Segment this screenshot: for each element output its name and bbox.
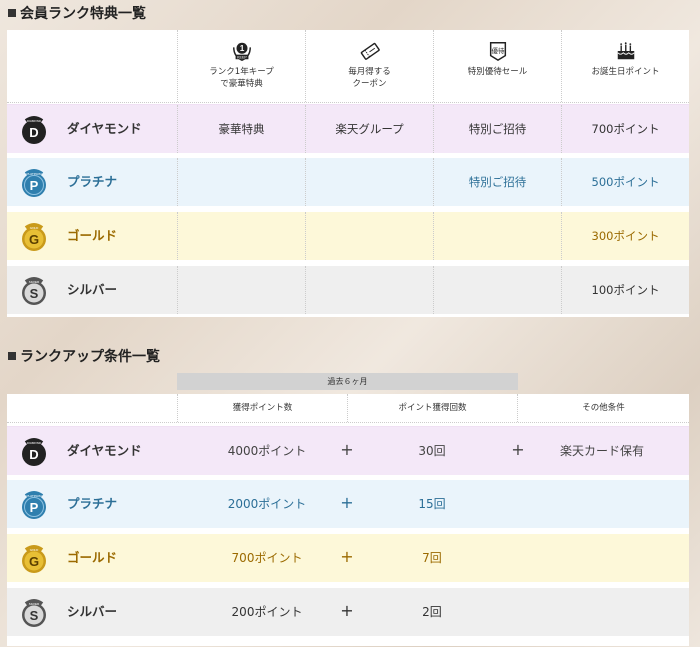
plus-icon: + bbox=[511, 440, 525, 459]
svg-text:P: P bbox=[30, 500, 39, 515]
benefit-row-diamond: DIAMOND D ダイヤモンド 豪華特典 楽天グループ 特別ご招待 700ポイ… bbox=[7, 104, 689, 153]
sale-icon: 優待 bbox=[489, 42, 506, 62]
count-value: 7回 bbox=[422, 551, 442, 565]
column-keep: 1 KEEP ランク1年キープ で豪華特典 bbox=[177, 30, 305, 102]
svg-text:D: D bbox=[29, 125, 38, 140]
platinum-medal-icon: PLATINUM P bbox=[22, 169, 46, 197]
rank-name-gold: ゴールド bbox=[67, 550, 118, 565]
rank-name-platinum: プラチナ bbox=[67, 174, 118, 189]
benefit-cell bbox=[177, 266, 305, 314]
benefit-cell: 100ポイント bbox=[561, 266, 689, 314]
column-sale-label: 特別優待セール bbox=[467, 67, 528, 77]
column-points: 獲得ポイント数 bbox=[177, 394, 347, 422]
svg-text:KEEP: KEEP bbox=[237, 55, 247, 59]
benefit-cell: 特別ご招待 bbox=[433, 158, 561, 206]
benefits-heading: 会員ランク特典一覧 bbox=[8, 3, 146, 23]
column-birthday-label: お誕生日ポイント bbox=[591, 67, 660, 77]
svg-text:GOLD: GOLD bbox=[30, 226, 39, 230]
rankup-row-gold: GOLD G ゴールド 700ポイント + 7回 bbox=[7, 534, 689, 582]
svg-text:DIAMOND: DIAMOND bbox=[27, 441, 42, 445]
column-other: その他条件 bbox=[517, 394, 689, 422]
svg-text:優待: 優待 bbox=[491, 46, 504, 55]
svg-text:PLATINUM: PLATINUM bbox=[27, 172, 42, 176]
rankup-title: ランクアップ条件一覧 bbox=[20, 349, 160, 365]
benefit-cell: 700ポイント bbox=[561, 105, 689, 153]
benefits-header-row: 1 KEEP ランク1年キープ で豪華特典 毎月得する クーポン 優待 特別優待… bbox=[7, 30, 689, 103]
benefit-row-gold: GOLD G ゴールド 300ポイント bbox=[7, 212, 689, 260]
benefits-title: 会員ランク特典一覧 bbox=[20, 6, 146, 22]
benefits-table: 1 KEEP ランク1年キープ で豪華特典 毎月得する クーポン 優待 特別優待… bbox=[7, 30, 689, 317]
benefit-row-silver: SILVER S シルバー 100ポイント bbox=[7, 266, 689, 314]
points-value: 700ポイント bbox=[231, 551, 303, 565]
benefit-cell: 300ポイント bbox=[561, 212, 689, 260]
svg-text:GOLD: GOLD bbox=[30, 548, 39, 552]
svg-text:DIAMOND: DIAMOND bbox=[27, 119, 42, 123]
rankup-header-row: 獲得ポイント数 ポイント獲得回数 その他条件 bbox=[7, 394, 689, 423]
period-label: 過去６ヶ月 bbox=[177, 373, 518, 390]
points-value: 200ポイント bbox=[231, 605, 303, 619]
svg-text:1: 1 bbox=[239, 44, 244, 53]
svg-text:S: S bbox=[30, 286, 39, 301]
svg-text:SILVER: SILVER bbox=[29, 280, 40, 284]
column-keep-label: ランク1年キープ で豪華特典 bbox=[209, 67, 274, 89]
heading-bullet bbox=[8, 352, 16, 360]
benefit-cell: 豪華特典 bbox=[177, 105, 305, 153]
diamond-medal-icon: DIAMOND D bbox=[22, 116, 46, 144]
gold-medal-icon: GOLD G bbox=[22, 545, 46, 573]
rank-name-gold: ゴールド bbox=[67, 228, 118, 243]
keep-icon: 1 KEEP bbox=[232, 42, 251, 61]
diamond-medal-icon: DIAMOND D bbox=[22, 438, 46, 466]
rankup-heading: ランクアップ条件一覧 bbox=[8, 346, 160, 366]
svg-text:SILVER: SILVER bbox=[29, 602, 40, 606]
count-value: 15回 bbox=[418, 497, 446, 511]
svg-text:S: S bbox=[30, 608, 39, 623]
benefit-cell: 500ポイント bbox=[561, 158, 689, 206]
rank-name-diamond: ダイヤモンド bbox=[67, 443, 142, 458]
rankup-table: 獲得ポイント数 ポイント獲得回数 その他条件 DIAMOND D ダイヤモンド … bbox=[7, 394, 689, 646]
platinum-medal-icon: PLATINUM P bbox=[22, 491, 46, 519]
rankup-row-diamond: DIAMOND D ダイヤモンド 4000ポイント + 30回 + 楽天カード保… bbox=[7, 426, 689, 475]
count-value: 2回 bbox=[422, 605, 442, 619]
count-value: 30回 bbox=[418, 444, 446, 458]
plus-icon: + bbox=[340, 601, 354, 620]
heading-bullet bbox=[8, 9, 16, 17]
svg-text:P: P bbox=[30, 178, 39, 193]
other-value: 楽天カード保有 bbox=[559, 444, 644, 458]
benefit-cell: 楽天グループ bbox=[305, 105, 433, 153]
column-birthday: お誕生日ポイント bbox=[561, 30, 689, 102]
rankup-row-platinum: PLATINUM P プラチナ 2000ポイント + 15回 bbox=[7, 480, 689, 528]
benefit-cell bbox=[305, 266, 433, 314]
svg-text:D: D bbox=[29, 447, 38, 462]
rankup-row-silver: SILVER S シルバー 200ポイント + 2回 bbox=[7, 588, 689, 636]
rank-name-platinum: プラチナ bbox=[67, 496, 118, 511]
column-coupon: 毎月得する クーポン bbox=[305, 30, 433, 102]
plus-icon: + bbox=[340, 440, 354, 459]
benefit-row-platinum: PLATINUM P プラチナ 特別ご招待 500ポイント bbox=[7, 158, 689, 206]
benefit-cell bbox=[305, 158, 433, 206]
points-value: 2000ポイント bbox=[227, 497, 307, 511]
benefit-cell: 特別ご招待 bbox=[433, 105, 561, 153]
gold-medal-icon: GOLD G bbox=[22, 223, 46, 251]
column-count: ポイント獲得回数 bbox=[347, 394, 517, 422]
rank-name-silver: シルバー bbox=[67, 604, 118, 619]
coupon-icon bbox=[360, 42, 380, 60]
silver-medal-icon: SILVER S bbox=[22, 277, 46, 305]
rank-name-diamond: ダイヤモンド bbox=[67, 121, 142, 136]
column-sale: 優待 特別優待セール bbox=[433, 30, 561, 102]
silver-medal-icon: SILVER S bbox=[22, 599, 46, 627]
benefit-cell bbox=[433, 266, 561, 314]
column-coupon-label: 毎月得する クーポン bbox=[348, 67, 391, 89]
svg-text:G: G bbox=[29, 232, 39, 247]
benefit-cell bbox=[433, 212, 561, 260]
svg-text:PLATINUM: PLATINUM bbox=[27, 494, 42, 498]
points-value: 4000ポイント bbox=[227, 444, 307, 458]
benefit-cell bbox=[305, 212, 433, 260]
rank-name-silver: シルバー bbox=[67, 282, 118, 297]
benefit-cell bbox=[177, 158, 305, 206]
plus-icon: + bbox=[340, 493, 354, 512]
svg-text:G: G bbox=[29, 554, 39, 569]
cake-icon bbox=[616, 42, 635, 60]
plus-icon: + bbox=[340, 547, 354, 566]
benefit-cell bbox=[177, 212, 305, 260]
